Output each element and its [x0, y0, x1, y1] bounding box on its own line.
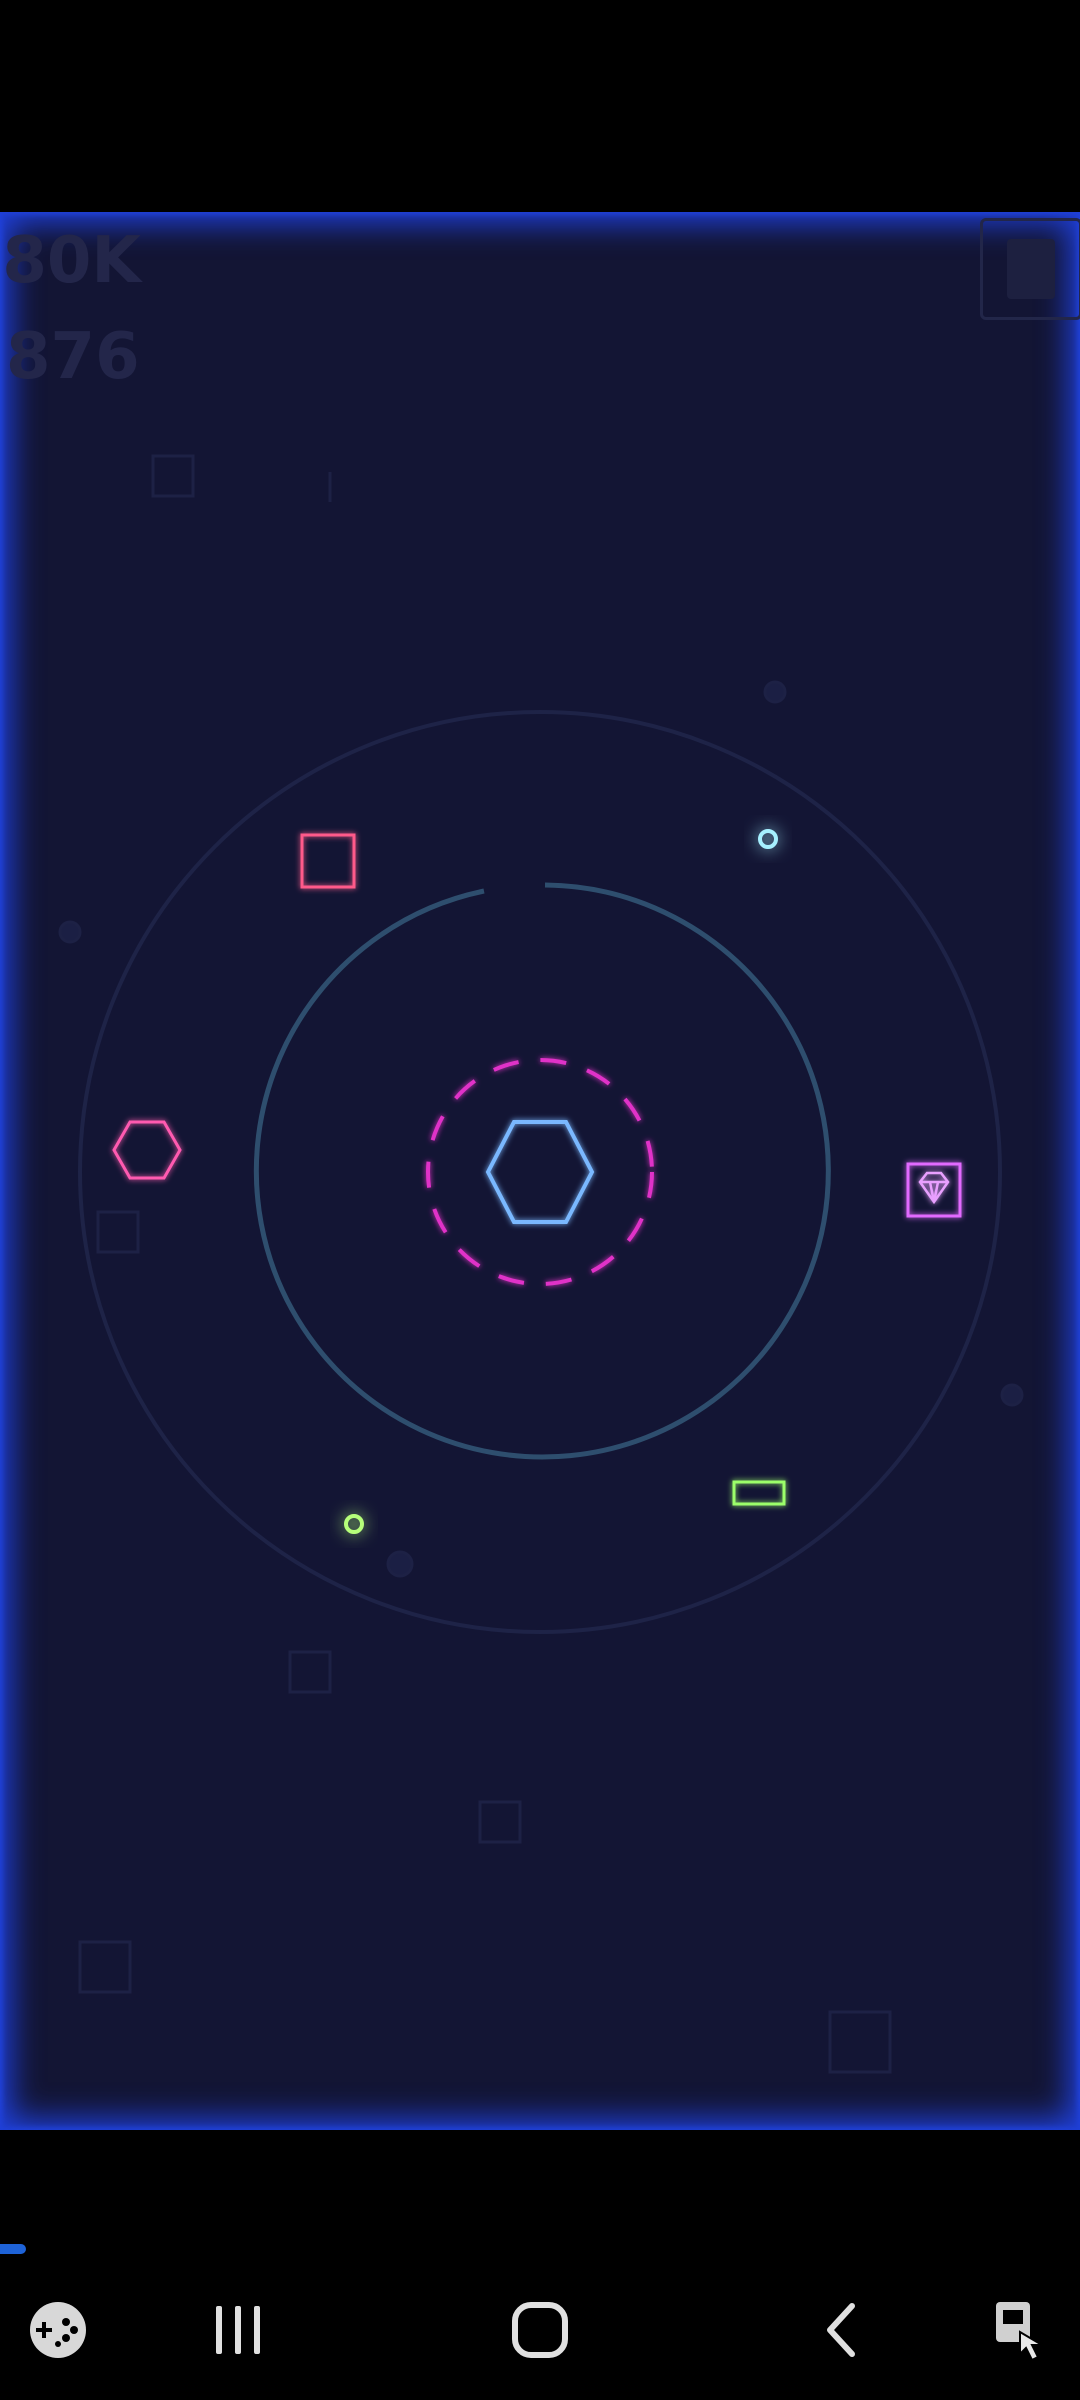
green-capsule: [732, 1480, 786, 1506]
touch-assist-button[interactable]: [990, 2290, 1050, 2370]
diamond-icon: [918, 1171, 950, 1205]
gem-box: [906, 1162, 962, 1218]
touch-assist-icon: [996, 2302, 1046, 2362]
game-tools-icon: [30, 2302, 86, 2358]
game-tools-button[interactable]: [28, 2290, 88, 2370]
outer-orbit: [78, 710, 1002, 1634]
back-button[interactable]: [816, 2290, 866, 2370]
background-debris: [58, 454, 1024, 2074]
home-icon: [512, 2302, 568, 2358]
recents-icon: [216, 2306, 260, 2354]
progress-indicator: [0, 2244, 26, 2254]
shield-ring: [426, 1058, 654, 1286]
enemy-square: [300, 833, 356, 889]
orbit-ring: [253, 882, 831, 1460]
recents-button[interactable]: [206, 2290, 270, 2370]
home-button[interactable]: [506, 2290, 574, 2370]
player-hexagon[interactable]: [485, 1120, 595, 1224]
status-bar-area: [0, 0, 1080, 212]
back-icon: [827, 2303, 855, 2357]
game-field: [58, 454, 1024, 2074]
green-orb: [344, 1514, 364, 1534]
enemy-hexagon: [112, 1120, 182, 1180]
cyan-orb: [758, 829, 778, 849]
